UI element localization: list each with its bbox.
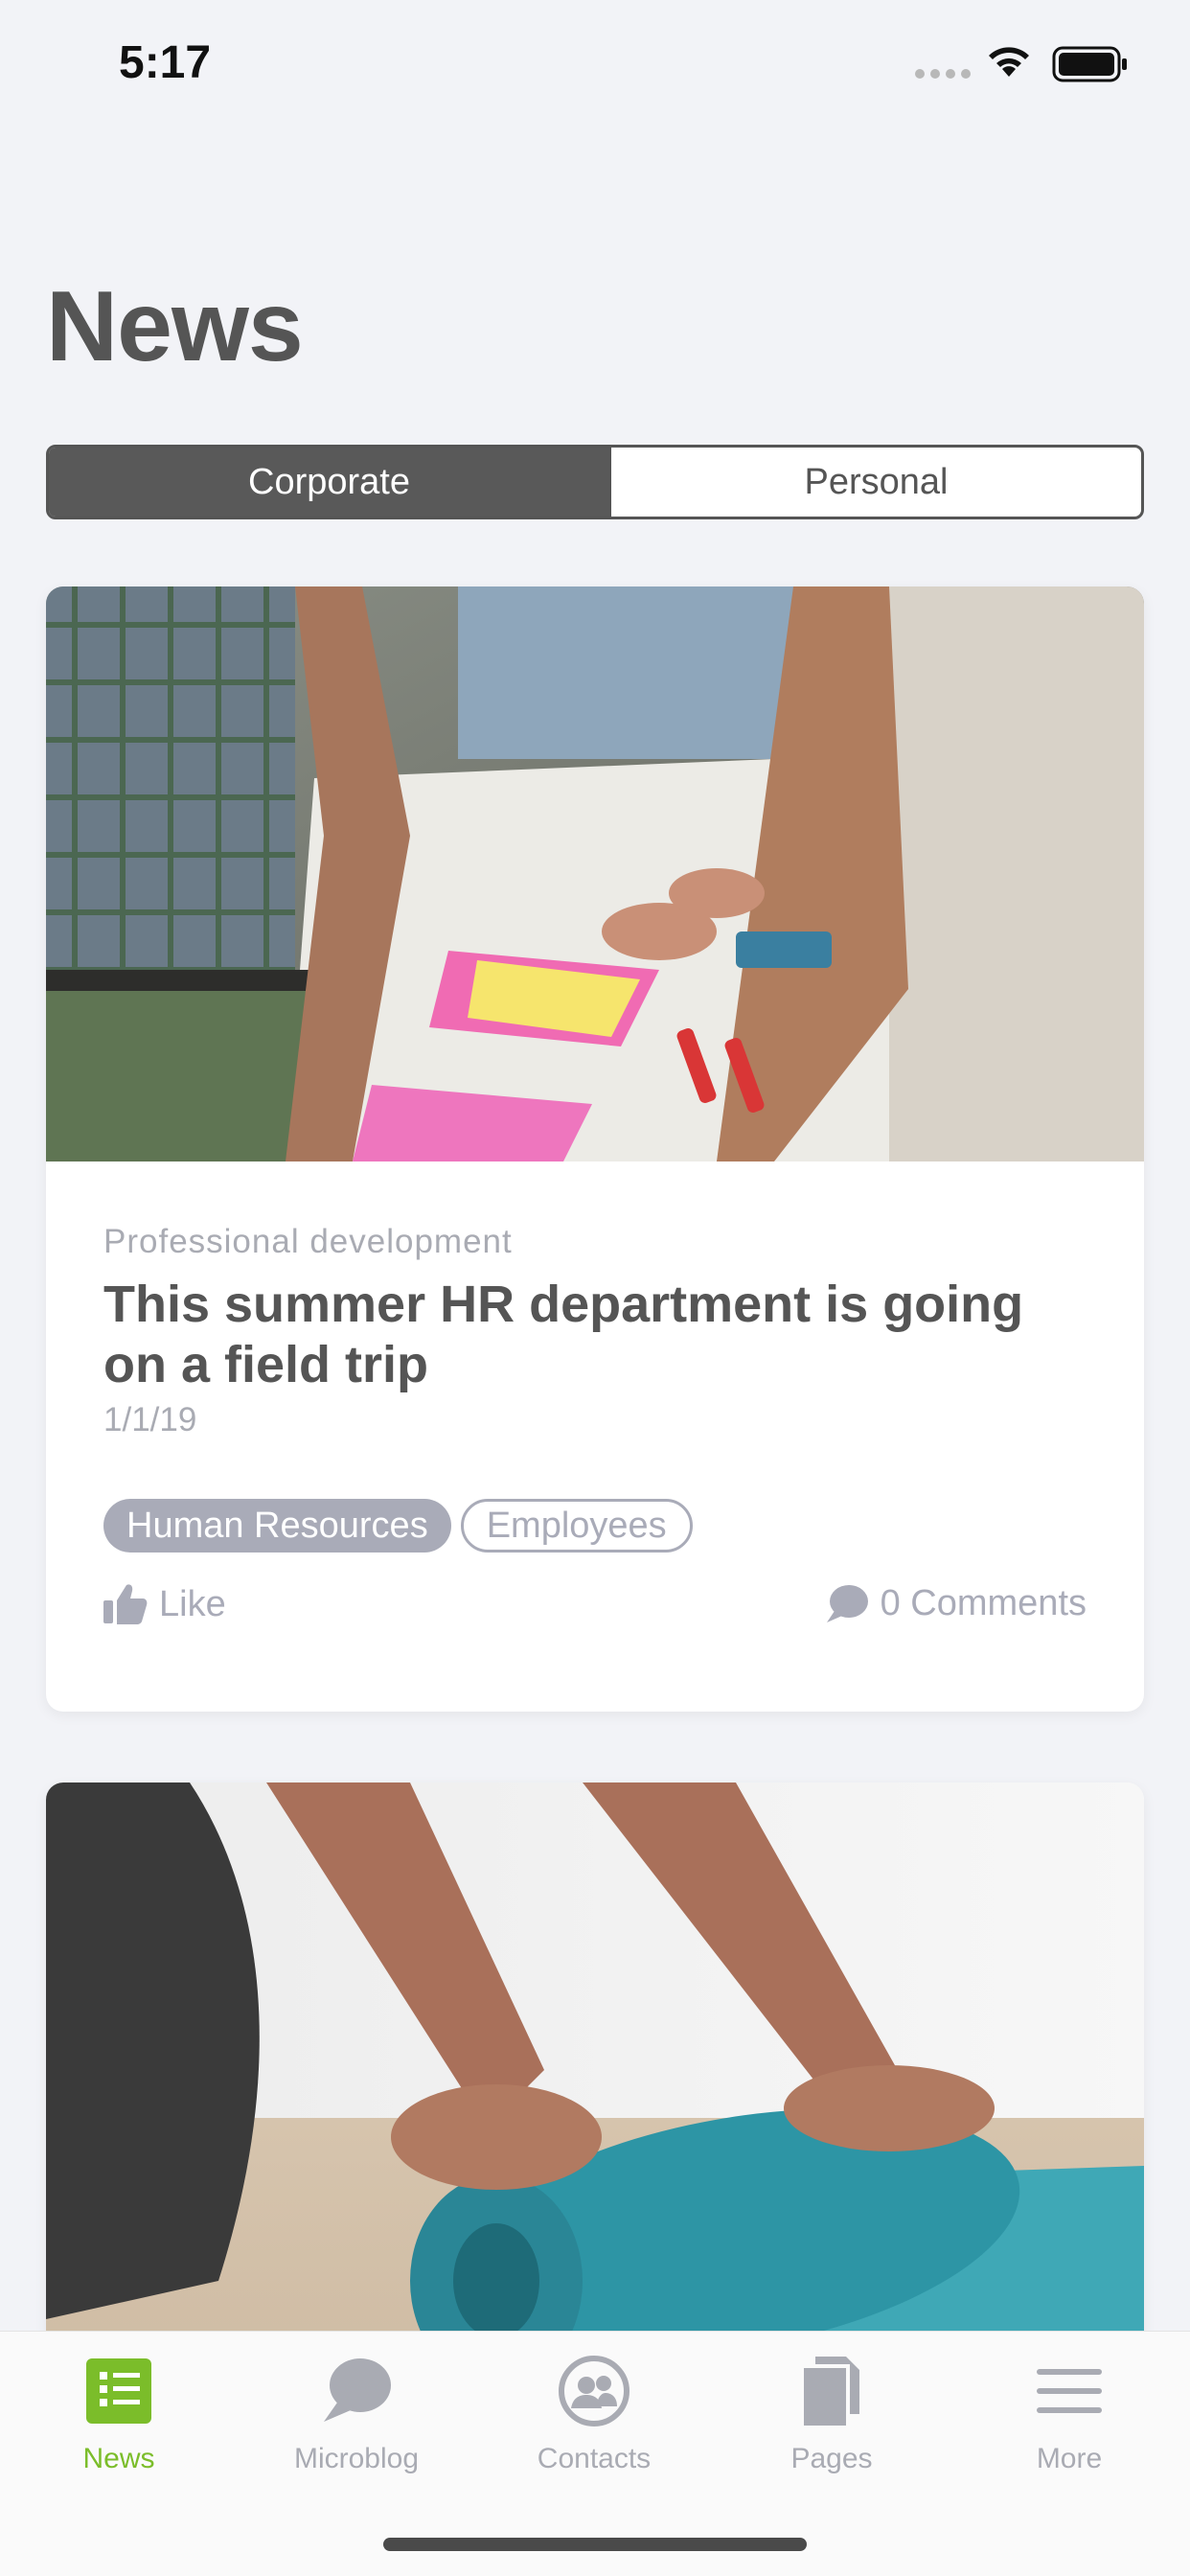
comments-button[interactable]: 0 Comments: [825, 1583, 1087, 1624]
tab-label: Microblog: [293, 2443, 420, 2474]
news-actions: Like 0 Comments: [103, 1583, 1087, 1650]
tab-label: More: [1036, 2443, 1103, 2474]
like-label: Like: [159, 1583, 226, 1624]
tab-microblog[interactable]: Microblog: [238, 2353, 475, 2487]
pages-icon: [804, 2357, 859, 2426]
status-bar: 5:17: [0, 0, 1190, 125]
page-title: News: [46, 271, 304, 382]
more-icon: [1037, 2369, 1102, 2413]
news-card-image[interactable]: [46, 586, 1144, 1162]
tab-label: Pages: [790, 2443, 873, 2474]
wifi-icon: [989, 47, 1029, 77]
thumbs-up-icon: [103, 1584, 148, 1624]
cellular-signal-icon: [915, 69, 971, 79]
tab-more[interactable]: More: [950, 2353, 1188, 2487]
tag-employees[interactable]: Employees: [460, 1499, 693, 1552]
like-button[interactable]: Like: [103, 1583, 226, 1625]
news-card[interactable]: Professional development This summer HR …: [46, 586, 1144, 1712]
tab-label: News: [82, 2443, 155, 2474]
segment-corporate[interactable]: Corporate: [49, 448, 609, 517]
comments-label: 0 Comments: [880, 1583, 1087, 1623]
battery-icon: [1052, 46, 1127, 82]
news-headline[interactable]: This summer HR department is going on a …: [103, 1275, 1090, 1395]
status-time: 5:17: [119, 37, 212, 88]
microblog-icon: [324, 2358, 391, 2422]
news-tags: Human Resources Employees: [103, 1499, 693, 1552]
news-category: Professional development: [103, 1223, 513, 1260]
tag-human-resources[interactable]: Human Resources: [103, 1499, 451, 1552]
comment-bubble-icon: [826, 1584, 868, 1622]
tab-label: Contacts: [537, 2443, 652, 2474]
news-icon: [86, 2358, 151, 2424]
home-indicator[interactable]: [383, 2538, 807, 2551]
tab-news[interactable]: News: [0, 2353, 238, 2487]
segment-personal[interactable]: Personal: [609, 448, 1141, 517]
tab-contacts[interactable]: Contacts: [475, 2353, 713, 2487]
tab-pages[interactable]: Pages: [713, 2353, 950, 2487]
news-card-body: Professional development This summer HR …: [46, 1162, 1144, 1712]
news-date: 1/1/19: [103, 1401, 197, 1438]
contacts-icon: [559, 2356, 629, 2426]
news-segmented-control: Corporate Personal: [46, 445, 1144, 519]
